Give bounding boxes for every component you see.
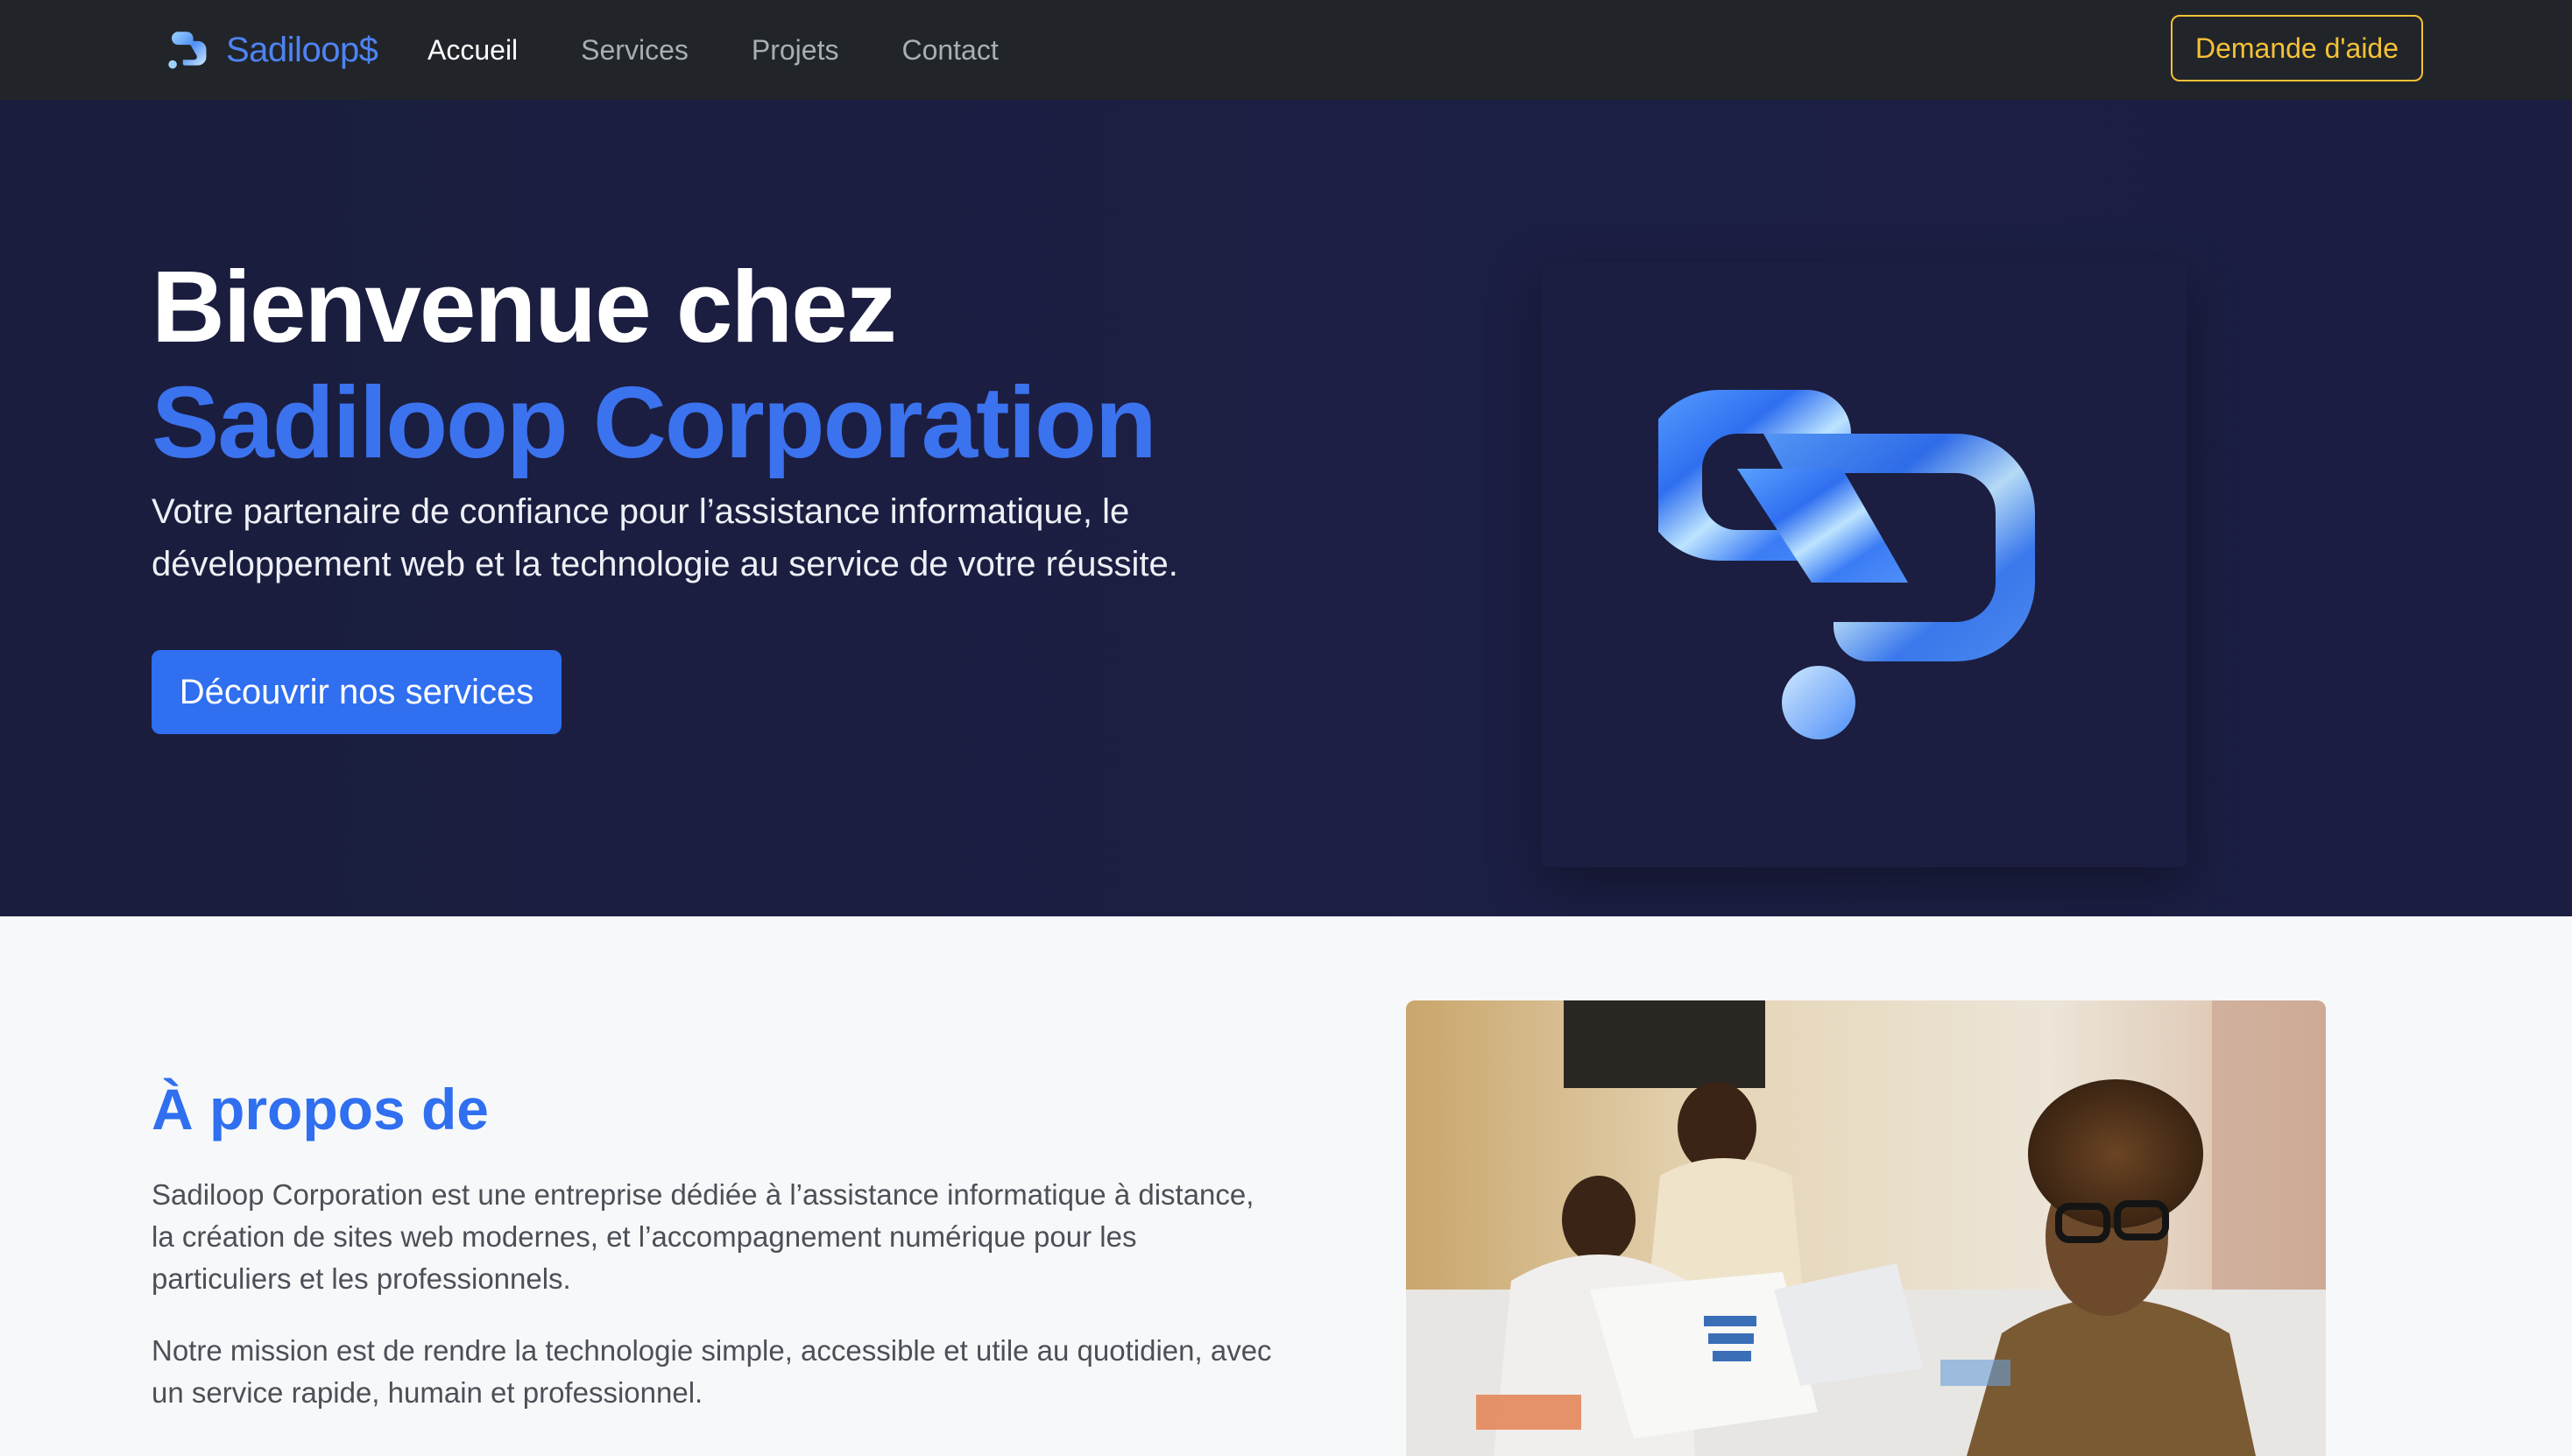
nav-link-accueil[interactable]: Accueil [427, 34, 518, 67]
hero-title: Bienvenue chez Sadiloop Corporation [152, 249, 1157, 480]
hero-logo-card [1542, 263, 2187, 867]
sadiloop-logo-icon [168, 32, 207, 69]
navbar: Sadiloop$ Accueil Services Projets Conta… [0, 0, 2572, 100]
help-request-button[interactable]: Demande d'aide [2171, 15, 2423, 81]
about-section: À propos de Sadiloop Corporation est une… [0, 916, 2572, 1456]
about-title: À propos de [152, 1077, 490, 1141]
about-paragraph-1: Sadiloop Corporation est une entreprise … [152, 1178, 1254, 1295]
sadiloop-hero-logo [1658, 390, 2035, 739]
hero-subtitle: Votre partenaire de confiance pour l’ass… [152, 492, 1178, 583]
hero-title-line1: Bienvenue chez [152, 250, 897, 364]
team-photo-illustration [1406, 1000, 2326, 1456]
team-photo [1406, 1000, 2326, 1456]
nav-links: Accueil Services Projets Contact [427, 0, 1062, 100]
about-paragraph-2: Notre mission est de rendre la technolog… [152, 1334, 1272, 1409]
discover-services-button[interactable]: Découvrir nos services [152, 650, 562, 734]
brand-link[interactable]: Sadiloop$ [161, 0, 378, 100]
hero-title-line2: Sadiloop Corporation [152, 365, 1157, 479]
nav-link-services[interactable]: Services [581, 34, 689, 67]
hero-section: Bienvenue chez Sadiloop Corporation Votr… [0, 100, 2572, 916]
nav-link-projets[interactable]: Projets [752, 34, 839, 67]
brand-name: Sadiloop$ [226, 30, 378, 69]
nav-link-contact[interactable]: Contact [901, 34, 998, 67]
